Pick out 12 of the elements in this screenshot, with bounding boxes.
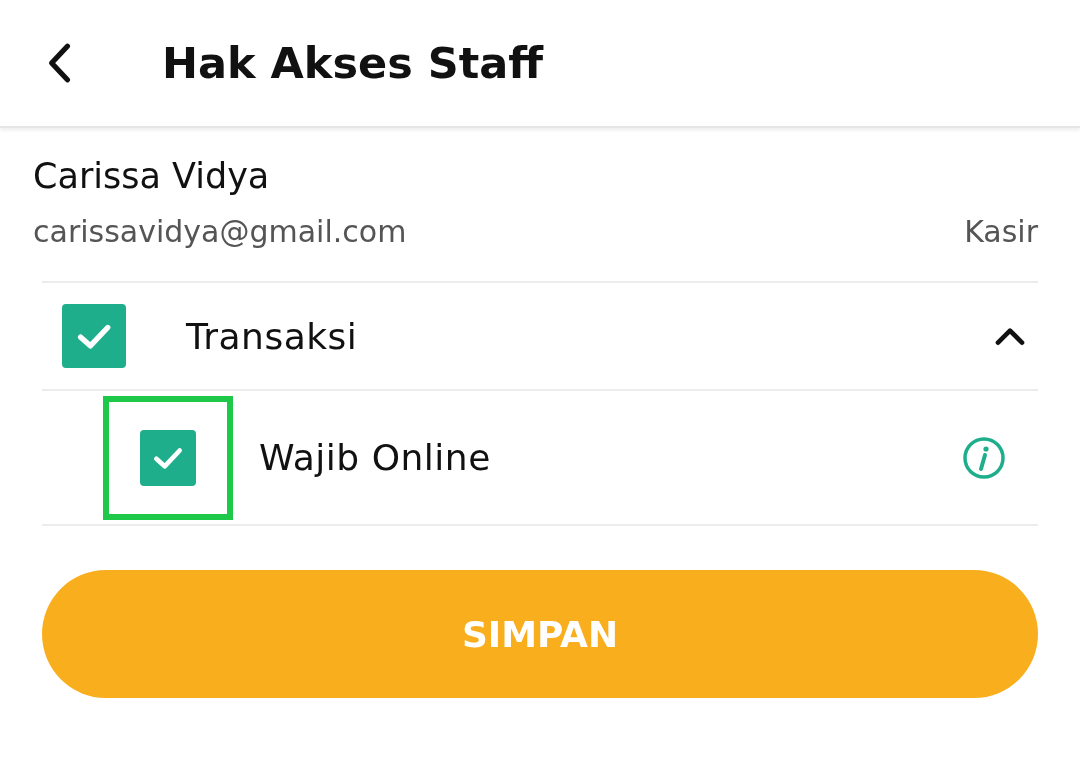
info-icon[interactable] bbox=[962, 435, 1006, 480]
checkbox[interactable] bbox=[62, 304, 126, 368]
permission-label: Transaksi bbox=[186, 315, 359, 357]
staff-name: Carissa Vidya bbox=[33, 156, 271, 196]
back-icon[interactable] bbox=[46, 42, 72, 84]
page-title: Hak Akses Staff bbox=[162, 38, 544, 88]
permission-label: Wajib Online bbox=[259, 437, 492, 478]
caret-icon[interactable] bbox=[994, 325, 1026, 347]
save-button[interactable]: SIMPAN bbox=[42, 570, 1038, 698]
checkbox[interactable] bbox=[140, 429, 196, 486]
staff-role: Kasir bbox=[964, 214, 1038, 249]
staff-email: carissavidya@gmail.com bbox=[33, 214, 407, 249]
